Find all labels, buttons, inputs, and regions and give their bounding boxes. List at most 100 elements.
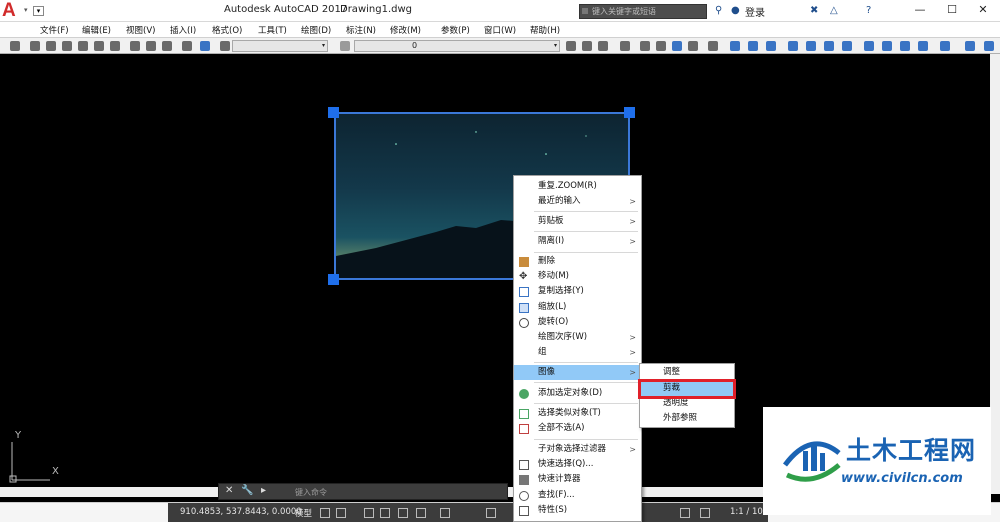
- menu-quick-select[interactable]: 快速选择(Q)...: [514, 457, 641, 472]
- submenu-adjust[interactable]: 调整: [640, 365, 734, 380]
- view-tool-3-icon[interactable]: [656, 41, 666, 51]
- exchange-icon[interactable]: ✖: [810, 5, 818, 16]
- menu-window[interactable]: 窗口(W): [484, 24, 516, 36]
- menu-isolate[interactable]: 隔离(I) >: [514, 234, 641, 249]
- binoculars-icon[interactable]: ⚲: [715, 5, 722, 16]
- layer-properties-icon[interactable]: [340, 41, 350, 51]
- command-input[interactable]: 键入命令: [295, 487, 327, 498]
- auto-scale-icon[interactable]: [700, 508, 710, 518]
- grid-icon[interactable]: [320, 508, 330, 518]
- menu-scale[interactable]: 缩放(L): [514, 300, 641, 315]
- cut-icon[interactable]: [110, 41, 120, 51]
- maximize-button[interactable]: ☐: [942, 2, 962, 18]
- pan-icon[interactable]: [220, 41, 230, 51]
- menu-file[interactable]: 文件(F): [40, 24, 69, 36]
- autocad-logo-icon[interactable]: A: [2, 1, 24, 21]
- menu-rotate[interactable]: 旋转(O): [514, 315, 641, 330]
- view-tool-4-icon[interactable]: [708, 41, 718, 51]
- menu-properties[interactable]: 特性(S): [514, 503, 641, 518]
- preview-icon[interactable]: [78, 41, 88, 51]
- dim-space-icon[interactable]: [918, 41, 928, 51]
- undo-icon[interactable]: [182, 41, 192, 51]
- snap-icon[interactable]: [336, 508, 346, 518]
- layer-tool-2-icon[interactable]: [582, 41, 592, 51]
- command-close-icon[interactable]: ✕: [225, 485, 233, 496]
- grip-top-left[interactable]: [328, 107, 339, 118]
- submenu-xref[interactable]: 外部参照: [640, 411, 734, 426]
- ortho-icon[interactable]: [398, 508, 408, 518]
- menu-view[interactable]: 视图(V): [126, 24, 155, 36]
- menu-subobject-filter[interactable]: 子对象选择过滤器 >: [514, 442, 641, 457]
- menu-copy-selection[interactable]: 复制选择(Y): [514, 284, 641, 299]
- camera-icon[interactable]: [200, 41, 210, 51]
- osnap-icon[interactable]: [486, 508, 496, 518]
- minimize-button[interactable]: —: [910, 2, 930, 18]
- app-menu-chevron-icon[interactable]: ▾: [24, 6, 28, 14]
- menu-select-similar[interactable]: 选择类似对象(T): [514, 406, 641, 421]
- help-icon[interactable]: ?: [866, 5, 871, 16]
- menu-edit[interactable]: 编辑(E): [82, 24, 111, 36]
- dim-radius-icon[interactable]: [806, 41, 816, 51]
- close-button[interactable]: ✕: [973, 2, 993, 18]
- menu-insert[interactable]: 插入(I): [170, 24, 196, 36]
- dynamic-input-icon[interactable]: [380, 508, 390, 518]
- menu-group[interactable]: 组 >: [514, 345, 641, 360]
- menu-tools[interactable]: 工具(T): [258, 24, 287, 36]
- dim-break-icon[interactable]: [940, 41, 950, 51]
- dim-diameter-icon[interactable]: [824, 41, 834, 51]
- menu-help[interactable]: 帮助(H): [530, 24, 560, 36]
- dim-continue-icon[interactable]: [900, 41, 910, 51]
- menu-erase[interactable]: 删除: [514, 254, 641, 269]
- menu-clipboard[interactable]: 剪贴板 >: [514, 214, 641, 229]
- menu-modify[interactable]: 修改(M): [390, 24, 421, 36]
- visual-style-icon[interactable]: [984, 41, 994, 51]
- model-tab[interactable]: 模型: [295, 507, 312, 519]
- infer-icon[interactable]: [364, 508, 374, 518]
- layer-tool-3-icon[interactable]: [598, 41, 608, 51]
- search-input[interactable]: 键入关键字或短语: [579, 4, 707, 19]
- menu-draw-order[interactable]: 绘图次序(W) >: [514, 330, 641, 345]
- dim-arc-icon[interactable]: [766, 41, 776, 51]
- view-tool-1-icon[interactable]: [620, 41, 630, 51]
- dim-ordinate-icon[interactable]: [788, 41, 798, 51]
- quick-access-dropdown-icon[interactable]: ▾: [33, 6, 44, 16]
- copy-icon[interactable]: [130, 41, 140, 51]
- vertical-scrollbar[interactable]: [990, 54, 1000, 494]
- dim-quick-icon[interactable]: [864, 41, 874, 51]
- menu-format[interactable]: 格式(O): [212, 24, 242, 36]
- publish-icon[interactable]: [94, 41, 104, 51]
- menu-add-selected[interactable]: 添加选定对象(D): [514, 386, 641, 401]
- grip-top-right[interactable]: [624, 107, 635, 118]
- menu-parametric[interactable]: 参数(P): [441, 24, 470, 36]
- menu-deselect-all[interactable]: 全部不选(A): [514, 421, 641, 436]
- dim-aligned-icon[interactable]: [748, 41, 758, 51]
- plot-icon[interactable]: [62, 41, 72, 51]
- user-icon[interactable]: ●: [731, 5, 740, 16]
- menu-move[interactable]: ✥ 移动(M): [514, 269, 641, 284]
- polar-icon[interactable]: [416, 508, 426, 518]
- menu-image[interactable]: 图像 >: [514, 365, 641, 380]
- menu-repeat-zoom[interactable]: 重复.ZOOM(R): [514, 179, 641, 194]
- menu-dimension[interactable]: 标注(N): [346, 24, 376, 36]
- dim-angular-icon[interactable]: [842, 41, 852, 51]
- command-line[interactable]: ✕ 🔧 ▸ 键入命令: [218, 483, 508, 500]
- dim-baseline-icon[interactable]: [882, 41, 892, 51]
- save-icon[interactable]: [46, 41, 56, 51]
- menu-draw[interactable]: 绘图(D): [301, 24, 331, 36]
- render-icon[interactable]: [672, 41, 682, 51]
- annotation-visibility-icon[interactable]: [680, 508, 690, 518]
- view-tool-2-icon[interactable]: [640, 41, 650, 51]
- paste-icon[interactable]: [146, 41, 156, 51]
- new-icon[interactable]: [10, 41, 20, 51]
- menu-recent-input[interactable]: 最近的输入 >: [514, 194, 641, 209]
- dim-linear-icon[interactable]: [730, 41, 740, 51]
- open-icon[interactable]: [30, 41, 40, 51]
- layer-combo[interactable]: 0 ▾: [354, 40, 560, 52]
- a360-icon[interactable]: △: [830, 5, 838, 16]
- workspace-combo[interactable]: ▾: [232, 40, 328, 52]
- material-icon[interactable]: [688, 41, 698, 51]
- menu-quick-calc[interactable]: 快速计算器: [514, 472, 641, 487]
- match-icon[interactable]: [162, 41, 172, 51]
- isodraft-icon[interactable]: [440, 508, 450, 518]
- orbit-icon[interactable]: [965, 41, 975, 51]
